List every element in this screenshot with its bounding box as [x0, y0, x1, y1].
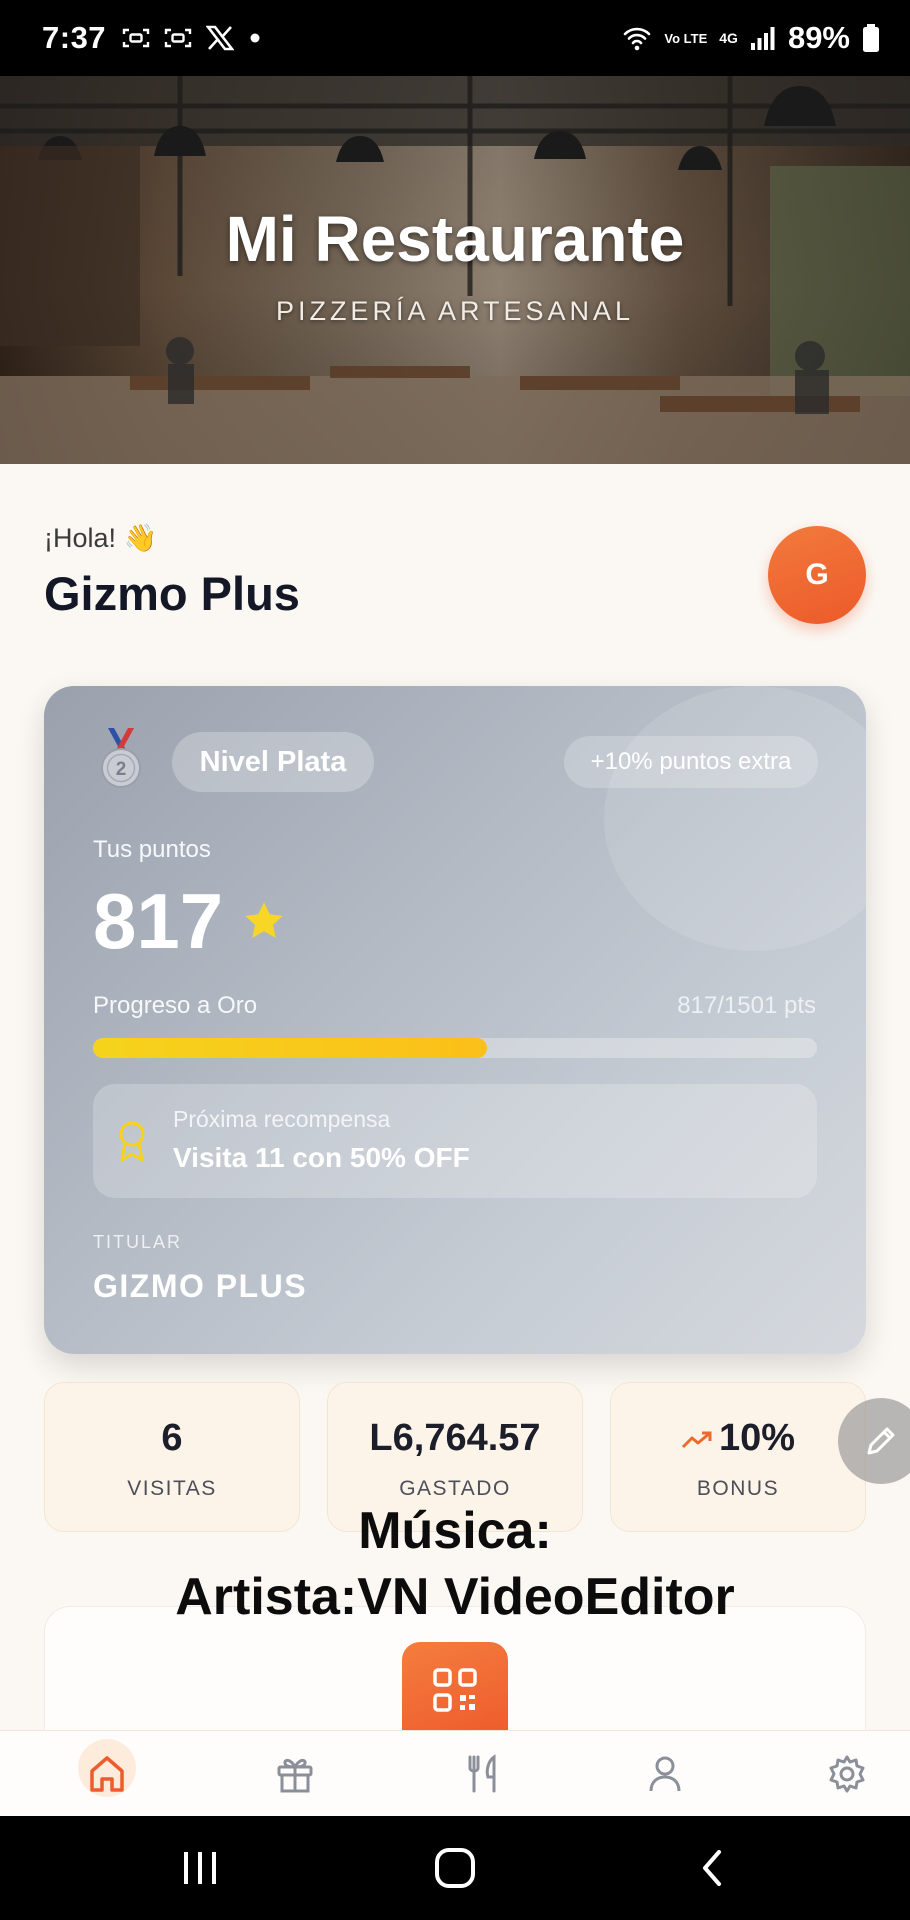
home-icon — [90, 1756, 124, 1792]
caption-line-1: Música: — [358, 1502, 552, 1560]
status-time: 7:37 — [42, 20, 107, 55]
signal-icon — [750, 27, 775, 50]
card-decoration — [604, 686, 866, 951]
stat-bonus-value-wrap: 10% — [611, 1417, 865, 1460]
status-bar: 7:37 Vo LTE 4G 89% — [0, 0, 910, 76]
recent-apps-button[interactable] — [140, 1816, 260, 1920]
level-badge: Nivel Plata — [172, 732, 374, 792]
qr-button[interactable] — [402, 1642, 508, 1738]
reward-label: Próxima recompensa — [173, 1106, 391, 1132]
points-label: Tus puntos — [93, 836, 211, 863]
avatar[interactable]: G — [768, 526, 866, 624]
battery-percent: 89% — [787, 20, 850, 55]
back-icon — [703, 1850, 721, 1886]
home-circle-icon — [435, 1848, 475, 1888]
reward-value: Visita 11 con 50% OFF — [173, 1142, 470, 1173]
silver-medal-icon: 2 — [101, 728, 141, 788]
progress-count: 817/1501 pts — [677, 992, 816, 1019]
wifi-icon — [624, 27, 651, 51]
screenshot-icon — [164, 28, 192, 48]
qr-code-icon — [433, 1668, 477, 1712]
restaurant-subtitle: PIZZERÍA ARTESANAL — [275, 296, 635, 326]
utensils-icon — [468, 1754, 496, 1793]
user-name: Gizmo Plus — [44, 567, 300, 620]
trend-up-icon — [681, 1431, 712, 1449]
holder-name: GIZMO PLUS — [93, 1268, 308, 1304]
next-reward[interactable]: Próxima recompensa Visita 11 con 50% OFF — [93, 1084, 817, 1198]
bonus-badge: +10% puntos extra — [564, 736, 818, 788]
x-logo-icon — [206, 25, 235, 51]
screenshot-icon — [122, 28, 150, 48]
nav-rewards[interactable] — [250, 1731, 340, 1817]
progress-bar — [93, 1038, 817, 1058]
nav-menu[interactable] — [438, 1731, 528, 1817]
hero-banner: Mi Restaurante PIZZERÍA ARTESANAL — [0, 76, 910, 464]
back-button[interactable] — [652, 1816, 772, 1920]
gift-icon — [277, 1758, 313, 1793]
home-system-button[interactable] — [395, 1816, 515, 1920]
progress-label: Progreso a Oro — [93, 992, 258, 1019]
user-icon — [649, 1756, 681, 1792]
medal-number: 2 — [116, 759, 127, 780]
stat-visits-value: 6 — [161, 1417, 183, 1459]
stat-bonus-value: 10% — [718, 1417, 796, 1459]
caption-line-2: Artista:VN VideoEditor — [175, 1568, 735, 1626]
video-caption: Música: Artista:VN VideoEditor — [0, 1498, 910, 1630]
loyalty-card: 2 Nivel Plata +10% puntos extra Tus punt… — [44, 686, 866, 1354]
gear-icon — [829, 1755, 865, 1793]
restaurant-title: Mi Restaurante — [225, 203, 685, 275]
bottom-navigation — [0, 1730, 910, 1816]
dot-icon — [250, 33, 260, 43]
nav-profile[interactable] — [620, 1731, 710, 1817]
network-label: 4G — [719, 30, 738, 46]
award-icon — [119, 1121, 145, 1162]
greeting-hello: ¡Hola! 👋 — [44, 523, 158, 553]
system-navigation-bar — [0, 1816, 910, 1920]
holder-label: TITULAR — [93, 1232, 183, 1252]
star-icon — [245, 902, 283, 938]
battery-icon — [863, 24, 879, 52]
nav-home[interactable] — [62, 1731, 152, 1817]
nav-settings[interactable] — [802, 1731, 892, 1817]
stat-spent-value: L6,764.57 — [369, 1417, 541, 1459]
points-value: 817 — [93, 877, 224, 965]
pencil-icon — [867, 1427, 895, 1455]
progress-fill — [93, 1038, 487, 1058]
recent-apps-icon — [184, 1852, 216, 1884]
lte-label: Vo LTE — [664, 30, 708, 46]
